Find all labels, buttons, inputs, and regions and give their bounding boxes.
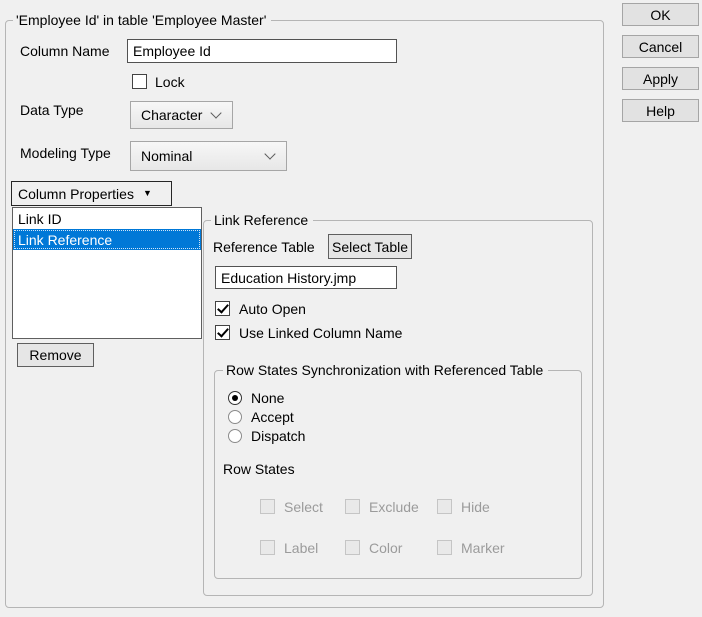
radio-dispatch[interactable] xyxy=(228,429,242,443)
remove-button[interactable]: Remove xyxy=(17,343,94,367)
use-linked-column-name-label: Use Linked Column Name xyxy=(239,325,402,342)
row-states-label: Row States xyxy=(223,461,295,478)
properties-listbox[interactable]: Link ID Link Reference xyxy=(12,207,202,339)
color-checkbox[interactable] xyxy=(345,540,360,555)
reference-table-input[interactable]: Education History.jmp xyxy=(215,266,397,289)
use-linked-column-name-checkbox[interactable] xyxy=(215,325,230,340)
row-states-sync-title: Row States Synchronization with Referenc… xyxy=(223,362,548,379)
column-name-label: Column Name xyxy=(20,43,109,60)
select-label: Select xyxy=(284,499,323,516)
hide-label: Hide xyxy=(461,499,490,516)
radio-none[interactable] xyxy=(228,391,242,405)
radio-dispatch-label: Dispatch xyxy=(251,428,305,445)
cancel-button[interactable]: Cancel xyxy=(622,35,699,58)
chevron-down-icon xyxy=(210,107,221,118)
ok-button[interactable]: OK xyxy=(622,3,699,26)
help-button[interactable]: Help xyxy=(622,99,699,122)
label-label: Label xyxy=(284,540,318,557)
radio-accept-label: Accept xyxy=(251,409,294,426)
marker-checkbox[interactable] xyxy=(437,540,452,555)
data-type-value: Character xyxy=(141,107,202,123)
label-checkbox[interactable] xyxy=(260,540,275,555)
color-label: Color xyxy=(369,540,402,557)
column-properties-button[interactable]: Column Properties ▼ xyxy=(11,181,172,206)
marker-label: Marker xyxy=(461,540,505,557)
dialog-title: 'Employee Id' in table 'Employee Master' xyxy=(13,12,271,29)
column-info-dialog: 'Employee Id' in table 'Employee Master'… xyxy=(0,0,702,617)
radio-accept[interactable] xyxy=(228,410,242,424)
chevron-down-icon xyxy=(264,148,275,159)
apply-button[interactable]: Apply xyxy=(622,67,699,90)
data-type-select[interactable]: Character xyxy=(130,101,233,129)
link-reference-title: Link Reference xyxy=(211,212,313,229)
modeling-type-value: Nominal xyxy=(141,148,192,164)
exclude-checkbox[interactable] xyxy=(345,499,360,514)
modeling-type-select[interactable]: Nominal xyxy=(130,141,287,171)
auto-open-label: Auto Open xyxy=(239,301,306,318)
select-table-button[interactable]: Select Table xyxy=(328,234,412,259)
select-checkbox[interactable] xyxy=(260,499,275,514)
hide-checkbox[interactable] xyxy=(437,499,452,514)
radio-none-label: None xyxy=(251,390,284,407)
lock-checkbox[interactable] xyxy=(132,74,147,89)
exclude-label: Exclude xyxy=(369,499,419,516)
column-properties-label: Column Properties xyxy=(18,186,134,202)
auto-open-checkbox[interactable] xyxy=(215,301,230,316)
modeling-type-label: Modeling Type xyxy=(20,145,111,162)
reference-table-label: Reference Table xyxy=(213,239,315,256)
list-item-link-id[interactable]: Link ID xyxy=(13,208,201,229)
list-item-link-reference[interactable]: Link Reference xyxy=(13,229,201,250)
data-type-label: Data Type xyxy=(20,102,84,119)
column-name-input[interactable]: Employee Id xyxy=(127,39,397,63)
dropdown-arrow-icon: ▼ xyxy=(143,189,152,198)
lock-label: Lock xyxy=(155,74,185,91)
